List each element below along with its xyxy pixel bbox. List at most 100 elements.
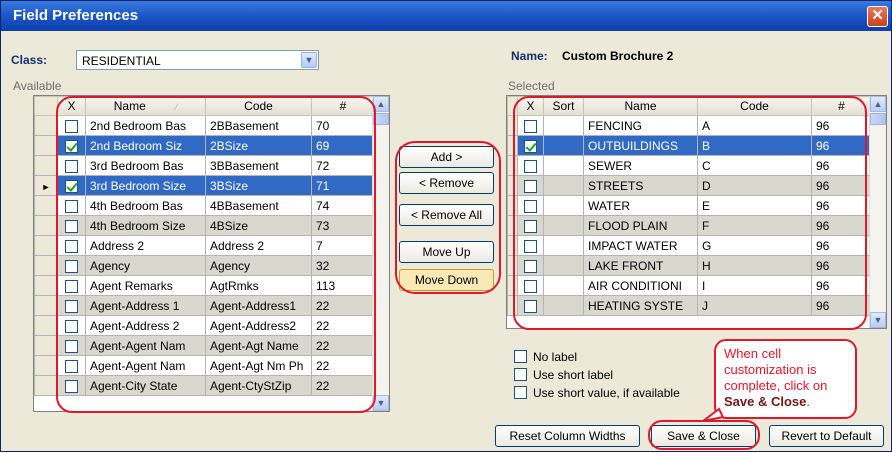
- row-header[interactable]: [34, 255, 58, 276]
- row-check-cell[interactable]: [517, 235, 544, 256]
- cell-name[interactable]: Address 2: [85, 235, 206, 256]
- scroll-thumb[interactable]: [870, 113, 886, 125]
- cell-code[interactable]: Agent-CtyStZip: [205, 375, 312, 396]
- row-checkbox[interactable]: [65, 319, 78, 333]
- row-check-cell[interactable]: [517, 195, 544, 216]
- table-row[interactable]: 4th Bedroom Bas 4BBasement 74: [34, 195, 375, 216]
- row-header[interactable]: [507, 295, 518, 316]
- reset-column-widths-button[interactable]: Reset Column Widths: [495, 425, 640, 447]
- table-row[interactable]: HEATING SYSTE J 96: [507, 295, 872, 316]
- close-icon[interactable]: ✕: [867, 6, 888, 27]
- row-checkbox[interactable]: [65, 179, 78, 193]
- save-close-button[interactable]: Save & Close: [651, 425, 756, 447]
- row-header[interactable]: [34, 135, 58, 156]
- cell-number[interactable]: 22: [311, 335, 375, 356]
- table-row[interactable]: Agent-Agent Nam Agent-Agt Name 22: [34, 335, 375, 356]
- table-row[interactable]: Agent-Address 2 Agent-Address2 22: [34, 315, 375, 336]
- table-row[interactable]: Agency Agency 32: [34, 255, 375, 276]
- cell-number[interactable]: 96: [811, 275, 872, 296]
- row-check-cell[interactable]: [57, 315, 86, 336]
- row-checkbox[interactable]: [65, 339, 78, 353]
- row-header[interactable]: [507, 135, 518, 156]
- column-header-check[interactable]: X: [517, 96, 544, 116]
- cell-name[interactable]: Agent Remarks: [85, 275, 206, 296]
- cell-number[interactable]: 113: [311, 275, 375, 296]
- table-row[interactable]: 4th Bedroom Size 4BSize 73: [34, 215, 375, 236]
- column-header-name[interactable]: Name ⁄: [85, 96, 206, 116]
- cell-name[interactable]: LAKE FRONT: [583, 255, 698, 276]
- row-header[interactable]: [34, 155, 58, 176]
- available-scrollbar[interactable]: ▲ ▼: [372, 96, 389, 411]
- cell-name[interactable]: AIR CONDITIONI: [583, 275, 698, 296]
- row-header[interactable]: [34, 315, 58, 336]
- row-check-cell[interactable]: [57, 115, 86, 136]
- short-value-option[interactable]: Use short value, if available: [514, 386, 680, 400]
- table-row[interactable]: STREETS D 96: [507, 175, 872, 196]
- cell-number[interactable]: 74: [311, 195, 375, 216]
- cell-name[interactable]: Agent-Address 2: [85, 315, 206, 336]
- row-header[interactable]: [34, 295, 58, 316]
- scroll-up-icon[interactable]: ▲: [870, 96, 886, 112]
- cell-code[interactable]: F: [697, 215, 812, 236]
- row-check-cell[interactable]: [57, 255, 86, 276]
- row-checkbox[interactable]: [524, 119, 537, 133]
- table-row[interactable]: FLOOD PLAIN F 96: [507, 215, 872, 236]
- row-checkbox[interactable]: [65, 119, 78, 133]
- cell-name[interactable]: 3rd Bedroom Bas: [85, 155, 206, 176]
- row-checkbox[interactable]: [65, 259, 78, 273]
- row-checkbox[interactable]: [65, 219, 78, 233]
- cell-code[interactable]: Agent-Agt Name: [205, 335, 312, 356]
- cell-name[interactable]: WATER: [583, 195, 698, 216]
- row-checkbox[interactable]: [65, 159, 78, 173]
- table-row[interactable]: IMPACT WATER G 96: [507, 235, 872, 256]
- cell-name[interactable]: FENCING: [583, 115, 698, 136]
- row-checkbox[interactable]: [524, 139, 537, 153]
- cell-number[interactable]: 96: [811, 215, 872, 236]
- cell-code[interactable]: C: [697, 155, 812, 176]
- cell-code[interactable]: B: [697, 135, 812, 156]
- cell-code[interactable]: 3BBasement: [205, 155, 312, 176]
- cell-name[interactable]: Agent-Agent Nam: [85, 335, 206, 356]
- row-check-cell[interactable]: [57, 235, 86, 256]
- row-check-cell[interactable]: [57, 295, 86, 316]
- cell-sort[interactable]: [543, 215, 584, 236]
- cell-sort[interactable]: [543, 295, 584, 316]
- short-label-option[interactable]: Use short label: [514, 368, 613, 382]
- cell-number[interactable]: 72: [311, 155, 375, 176]
- row-check-cell[interactable]: [57, 275, 86, 296]
- row-check-cell[interactable]: [57, 375, 86, 396]
- row-header[interactable]: [507, 155, 518, 176]
- cell-sort[interactable]: [543, 195, 584, 216]
- table-row[interactable]: Agent Remarks AgtRmks 113: [34, 275, 375, 296]
- no-label-option[interactable]: No label: [514, 350, 577, 364]
- table-row[interactable]: FENCING A 96: [507, 115, 872, 136]
- row-header[interactable]: [34, 355, 58, 376]
- cell-code[interactable]: J: [697, 295, 812, 316]
- cell-name[interactable]: SEWER: [583, 155, 698, 176]
- cell-name[interactable]: 2nd Bedroom Bas: [85, 115, 206, 136]
- row-check-cell[interactable]: [57, 355, 86, 376]
- row-header[interactable]: [507, 115, 518, 136]
- table-row[interactable]: 2nd Bedroom Siz 2BSize 69: [34, 135, 375, 156]
- row-header[interactable]: [34, 375, 58, 396]
- selected-scrollbar[interactable]: ▲ ▼: [869, 96, 886, 328]
- cell-number[interactable]: 96: [811, 115, 872, 136]
- row-header[interactable]: [507, 195, 518, 216]
- cell-code[interactable]: Address 2: [205, 235, 312, 256]
- cell-number[interactable]: 22: [311, 355, 375, 376]
- row-checkbox[interactable]: [524, 299, 537, 313]
- cell-code[interactable]: G: [697, 235, 812, 256]
- cell-name[interactable]: FLOOD PLAIN: [583, 215, 698, 236]
- cell-code[interactable]: 2BSize: [205, 135, 312, 156]
- row-header[interactable]: [34, 275, 58, 296]
- row-check-cell[interactable]: [57, 195, 86, 216]
- cell-name[interactable]: HEATING SYSTE: [583, 295, 698, 316]
- column-header-number[interactable]: #: [311, 96, 375, 116]
- title-bar[interactable]: Field Preferences ✕: [1, 1, 891, 31]
- column-header-number[interactable]: #: [811, 96, 872, 116]
- row-check-cell[interactable]: [517, 175, 544, 196]
- cell-number[interactable]: 96: [811, 295, 872, 316]
- cell-code[interactable]: 4BSize: [205, 215, 312, 236]
- available-grid[interactable]: X Name ⁄ Code # 2nd Bedroom Bas 2BBasement…: [33, 95, 390, 412]
- column-header-name[interactable]: Name: [583, 96, 698, 116]
